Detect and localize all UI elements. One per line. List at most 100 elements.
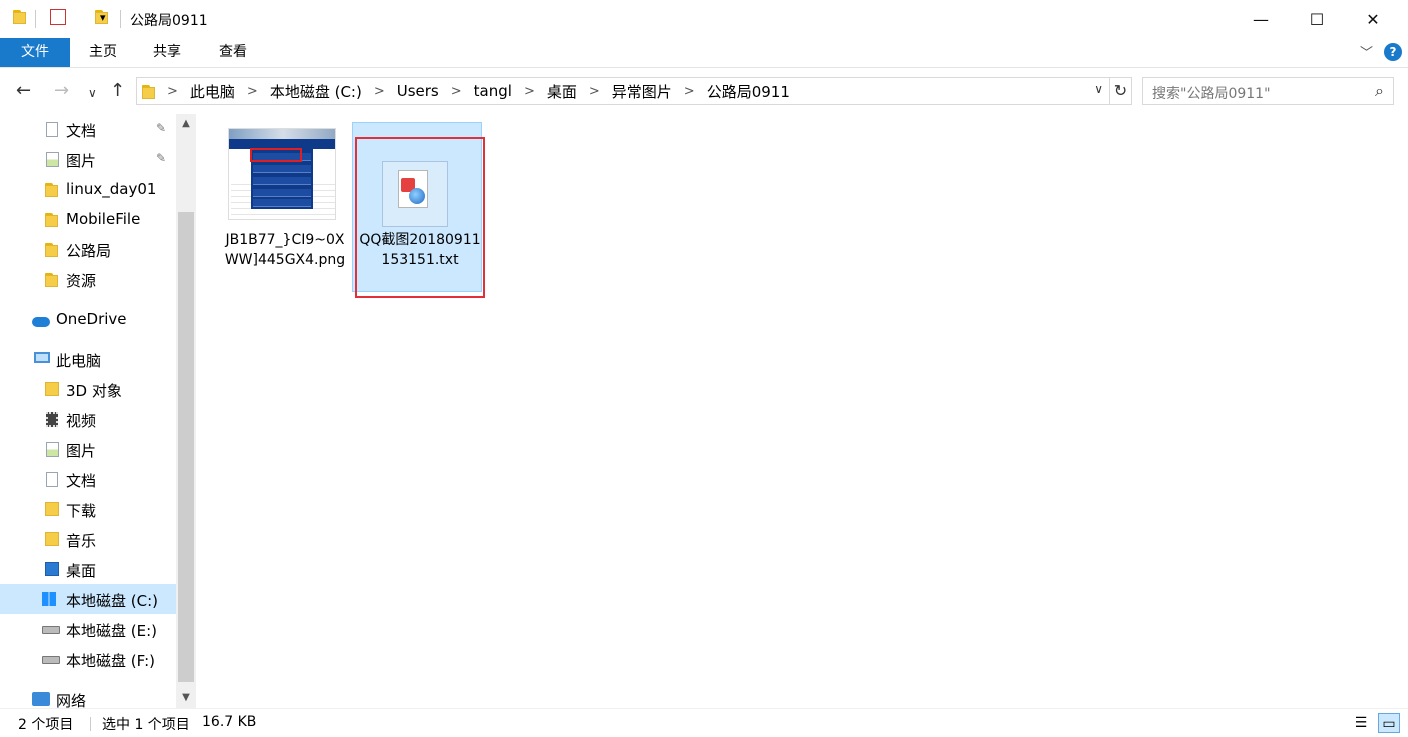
tab-file[interactable]: 文件 [0,38,70,67]
search-icon[interactable]: ⌕ [1375,81,1384,101]
sidebar-item-downloads[interactable]: 下载 [0,494,176,524]
sidebar-item-label: 视频 [66,412,97,430]
search-input[interactable]: 搜索"公路局0911" ⌕ [1142,77,1394,105]
onedrive-icon [32,317,50,327]
desktop-icon [45,562,59,576]
sidebar-item-label: 公路局 [66,242,112,260]
item-count: 2 个项目 [18,717,74,733]
ribbon: 文件 主页 共享 查看 ﹀ [0,38,1408,68]
sidebar-item-label: 3D 对象 [66,382,122,400]
sidebar-item-label: 桌面 [66,562,97,580]
chevron-right-icon[interactable]: > [583,84,606,99]
sidebar-item-onedrive[interactable]: OneDrive [0,304,176,334]
pin-icon[interactable]: ✎ [156,151,166,165]
crumb-local-disk-c[interactable]: 本地磁盘 (C:) [264,81,368,102]
thumbnail-menu-row [253,189,311,197]
sidebar-item-linux-day01[interactable]: linux_day01 [0,174,176,204]
sidebar-scrollbar[interactable]: ▲ ▼ [176,114,196,708]
image-thumbnail[interactable] [228,128,336,220]
tab-home[interactable]: 主页 [76,38,130,67]
sidebar-item-local-disk-c[interactable]: 本地磁盘 (C:) [0,584,176,614]
sidebar-item-music[interactable]: 音乐 [0,524,176,554]
close-button[interactable]: ✕ [1346,0,1400,38]
sidebar-item-label: 资源 [66,272,97,290]
selection-size: 16.7 KB [202,714,257,730]
address-bar[interactable]: > 此电脑 > 本地磁盘 (C:) > Users > tangl > 桌面 >… [136,77,1110,105]
minimize-button[interactable]: — [1234,0,1288,38]
expand-ribbon-icon[interactable]: ﹀ [1360,42,1373,61]
thumbnail-menu-row [253,177,311,185]
chevron-right-icon[interactable]: > [161,84,184,99]
chevron-right-icon[interactable]: > [368,84,391,99]
sidebar-item-mobilefile[interactable]: MobileFile [0,204,176,234]
sidebar-item-3d-objects[interactable]: 3D 对象 [0,374,176,404]
refresh-button[interactable]: ↻ [1110,77,1132,105]
crumb-desktop[interactable]: 桌面 [541,81,583,102]
sidebar-item-label: OneDrive [56,310,127,328]
sidebar-item-label: 本地磁盘 (E:) [66,622,158,640]
sidebar-item-label: 本地磁盘 (F:) [66,652,155,670]
properties-icon[interactable] [50,9,66,25]
videos-icon [46,412,58,427]
sidebar-item-label: 文档 [66,472,97,490]
help-icon[interactable]: ? [1384,43,1402,61]
sidebar-item-highway-bureau[interactable]: 公路局 [0,234,176,264]
chevron-right-icon[interactable]: > [241,84,264,99]
sidebar-item-desktop[interactable]: 桌面 [0,554,176,584]
recent-locations-button[interactable]: ∨ [88,82,97,104]
pictures-icon [46,152,59,167]
sidebar-item-documents[interactable]: 文档 [0,464,176,494]
search-placeholder: 搜索"公路局0911" [1152,86,1271,102]
file-name[interactable]: JB1B77_}CI9~0XWW]445GX4.png [222,230,348,270]
file-list: JB1B77_}CI9~0XWW]445GX4.png QQ截图20180911… [196,114,1408,708]
crumb-users[interactable]: Users [391,82,445,100]
forward-button[interactable]: → [54,80,69,102]
crumb-this-pc[interactable]: 此电脑 [184,81,241,102]
this-pc-icon [34,352,50,363]
scroll-up-icon[interactable]: ▲ [176,114,196,134]
folder-icon [44,272,60,288]
crumb-tangl[interactable]: tangl [468,82,518,100]
scroll-down-icon[interactable]: ▼ [176,688,196,708]
sidebar-item-label: 下载 [66,502,97,520]
sidebar-item-pictures[interactable]: 图片 [0,434,176,464]
crumb-abnormal-images[interactable]: 异常图片 [606,81,678,102]
back-button[interactable]: ← [16,80,31,102]
sidebar-item-documents-pinned[interactable]: 文档 ✎ [0,114,176,144]
selection-count: 选中 1 个项目 [102,717,190,733]
details-view-icon[interactable]: ☰ [1350,713,1372,733]
pictures-icon [46,442,59,457]
sidebar-item-resources[interactable]: 资源 [0,264,176,294]
sidebar-item-videos[interactable]: 视频 [0,404,176,434]
address-dropdown-icon[interactable]: ∨ [1094,82,1103,96]
sidebar-item-local-disk-f[interactable]: 本地磁盘 (F:) [0,644,176,674]
chevron-right-icon[interactable]: > [518,84,541,99]
sidebar-item-this-pc[interactable]: 此电脑 [0,344,176,374]
divider [35,10,36,28]
customize-toolbar-icon[interactable]: ▾ [100,11,106,31]
tab-view[interactable]: 查看 [206,38,260,67]
highlight-box [355,137,485,298]
sidebar-item-pictures-pinned[interactable]: 图片 ✎ [0,144,176,174]
tab-share[interactable]: 共享 [140,38,194,67]
sidebar-item-label: 图片 [66,442,97,460]
chevron-right-icon[interactable]: > [678,84,701,99]
documents-icon [46,122,58,137]
status-bar: 2 个项目 选中 1 个项目 16.7 KB ☰ ▭ [0,708,1408,737]
sidebar-item-label: 本地磁盘 (C:) [66,592,158,610]
thumbnail-header [229,129,335,139]
documents-icon [46,472,58,487]
sidebar-item-label: 此电脑 [56,352,102,370]
scrollbar-thumb[interactable] [178,212,194,682]
crumb-current-folder[interactable]: 公路局0911 [701,81,796,102]
sidebar-item-label: 图片 [66,152,97,170]
pin-icon[interactable]: ✎ [156,121,166,135]
folder-icon [12,9,26,24]
large-icons-view-icon[interactable]: ▭ [1378,713,1400,733]
maximize-button[interactable]: ☐ [1290,0,1344,38]
chevron-right-icon[interactable]: > [445,84,468,99]
network-icon [32,692,50,706]
drive-icon [42,626,60,634]
up-button[interactable]: ↑ [110,80,125,102]
sidebar-item-local-disk-e[interactable]: 本地磁盘 (E:) [0,614,176,644]
